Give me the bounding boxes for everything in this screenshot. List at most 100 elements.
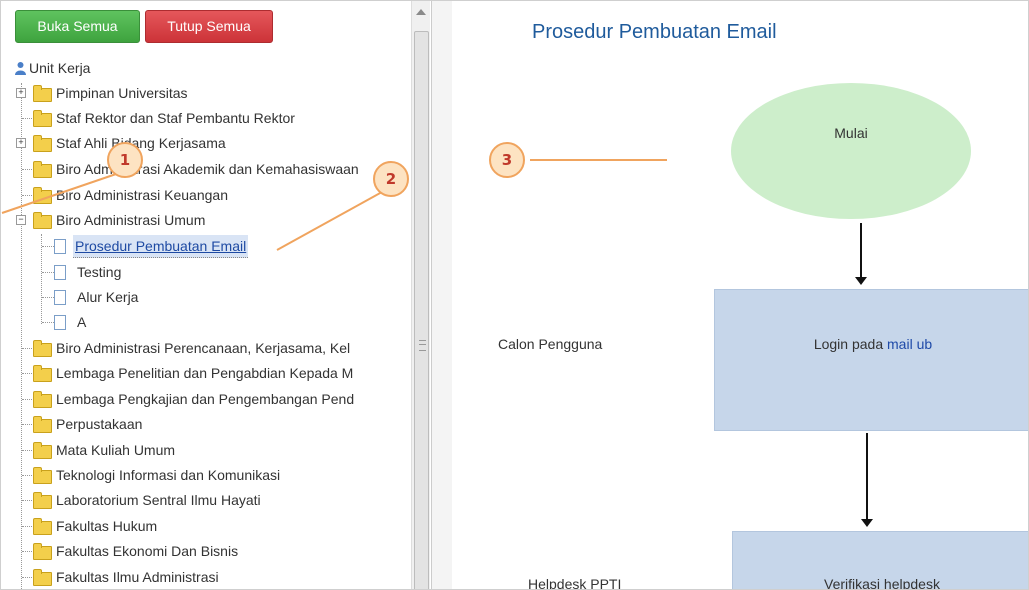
tree-item[interactable]: Biro Administrasi Keuangan	[1, 184, 411, 206]
collapse-all-button[interactable]: Tutup Semua	[145, 10, 273, 43]
scroll-up-arrow-icon[interactable]	[416, 9, 426, 15]
tree-connector	[22, 577, 32, 578]
document-icon	[54, 265, 66, 280]
tree-item-label: Biro Administrasi Akademik dan Kemahasis…	[56, 161, 359, 177]
expand-plus-icon[interactable]: +	[16, 88, 26, 98]
tree-item[interactable]: Fakultas Ekonomi Dan Bisnis	[1, 540, 411, 562]
tree-root-label: Unit Kerja	[29, 60, 91, 76]
folder-icon	[33, 467, 52, 484]
app-frame: Buka Semua Tutup Semua Unit Kerja + Pimp…	[0, 0, 1029, 590]
process-box-label: Verifikasi helpdesk	[824, 576, 940, 590]
lane-label: Helpdesk PPTI	[528, 576, 622, 590]
tree-item-label: Mata Kuliah Umum	[56, 442, 176, 458]
tree-item-label: Fakultas Hukum	[56, 518, 158, 534]
tree-item-label: Laboratorium Sentral Ilmu Hayati	[56, 492, 261, 508]
tree-item-label: Fakultas Ilmu Administrasi	[56, 569, 219, 585]
flow-arrow-line	[860, 223, 862, 279]
expand-all-button[interactable]: Buka Semua	[15, 10, 140, 43]
folder-icon	[33, 187, 52, 204]
tree-connector	[22, 118, 32, 119]
folder-icon	[33, 110, 52, 127]
tree-item[interactable]: Biro Administrasi Akademik dan Kemahasis…	[1, 158, 411, 180]
tree-leaf[interactable]: Testing	[1, 261, 411, 283]
tree-connector	[42, 322, 54, 323]
mail-ub-link[interactable]: mail ub	[887, 336, 932, 352]
tree-leaf-label-selected[interactable]: Prosedur Pembuatan Email	[73, 235, 249, 258]
tree-item[interactable]: Staf Rektor dan Staf Pembantu Rektor	[1, 107, 411, 129]
folder-icon	[33, 416, 52, 433]
tree-leaf-label: Testing	[77, 264, 122, 280]
folder-icon	[33, 161, 52, 178]
scrollbar-thumb[interactable]	[414, 31, 429, 589]
user-icon	[15, 62, 26, 75]
tree-connector	[22, 475, 32, 476]
folder-icon	[33, 543, 52, 560]
folder-icon	[33, 442, 52, 459]
tree-connector	[22, 424, 32, 425]
tree-item-label: Biro Administrasi Perencanaan, Kerjasama…	[56, 340, 351, 356]
tree-panel: Buka Semua Tutup Semua Unit Kerja + Pimp…	[1, 1, 431, 589]
start-node	[731, 83, 971, 219]
collapse-minus-icon[interactable]: −	[16, 215, 26, 225]
tree-connector	[42, 246, 54, 247]
expand-plus-icon[interactable]: +	[16, 138, 26, 148]
folder-icon	[33, 365, 52, 382]
tree-leaf-label: Alur Kerja	[77, 289, 139, 305]
tree-item-label: Pimpinan Universitas	[56, 85, 188, 101]
callout-3: 3	[489, 142, 525, 178]
panel-divider[interactable]	[431, 1, 453, 589]
tree-item-label: Lembaga Pengkajian dan Pengembangan Pend	[56, 391, 355, 407]
tree-root[interactable]: Unit Kerja	[1, 57, 411, 79]
tree-leaf[interactable]: Prosedur Pembuatan Email	[1, 235, 411, 258]
tree-scrollbar[interactable]	[411, 1, 430, 589]
folder-icon	[33, 391, 52, 408]
grip-icon	[419, 340, 426, 351]
tree-item-label: Lembaga Penelitian dan Pengabdian Kepada…	[56, 365, 354, 381]
tree-connector	[22, 399, 32, 400]
folder-icon	[33, 518, 52, 535]
folder-icon	[33, 135, 52, 152]
start-node-label: Mulai	[834, 125, 868, 141]
tree-item-label: Fakultas Ekonomi Dan Bisnis	[56, 543, 239, 559]
tree-item[interactable]: + Pimpinan Universitas	[1, 82, 411, 104]
tree-item[interactable]: Lembaga Penelitian dan Pengabdian Kepada…	[1, 362, 411, 384]
tree-connector	[22, 450, 32, 451]
tree-connector	[42, 297, 54, 298]
tree-item[interactable]: Lembaga Pengkajian dan Pengembangan Pend	[1, 388, 411, 410]
tree-item[interactable]: Teknologi Informasi dan Komunikasi	[1, 464, 411, 486]
tree-leaf[interactable]: Alur Kerja	[1, 286, 411, 308]
tree-item-label: Perpustakaan	[56, 416, 143, 432]
folder-open-icon	[33, 212, 52, 229]
content-panel: Prosedur Pembuatan Email Mulai Calon Pen…	[452, 1, 1028, 590]
page-title: Prosedur Pembuatan Email	[532, 21, 777, 43]
process-box-label: Login pada mail ub	[714, 336, 1028, 352]
arrow-down-icon	[861, 519, 873, 527]
tree-connector	[22, 526, 32, 527]
tree-item[interactable]: Perpustakaan	[1, 413, 411, 435]
tree-connector	[22, 373, 32, 374]
tree-item[interactable]: Laboratorium Sentral Ilmu Hayati	[1, 489, 411, 511]
process-box	[714, 289, 1028, 431]
folder-icon	[33, 340, 52, 357]
tree-item[interactable]: + Staf Ahli Bidang Kerjasama	[1, 132, 411, 154]
tree-item-label: Biro Administrasi Keuangan	[56, 187, 228, 203]
folder-icon	[33, 492, 52, 509]
tree-item[interactable]: Fakultas Hukum	[1, 515, 411, 537]
tree-connector	[22, 500, 32, 501]
document-icon	[54, 239, 66, 254]
tree-item-label: Teknologi Informasi dan Komunikasi	[56, 467, 281, 483]
tree-item[interactable]: Fakultas Ilmu Administrasi	[1, 566, 411, 588]
tree-item[interactable]: Mata Kuliah Umum	[1, 439, 411, 461]
tree-connector	[42, 272, 54, 273]
process-text: Login pada	[813, 336, 888, 352]
tree-item[interactable]: − Biro Administrasi Umum	[1, 209, 411, 231]
tree-connector	[22, 551, 32, 552]
tree-connector	[22, 169, 32, 170]
document-icon	[54, 315, 66, 330]
lane-label: Calon Pengguna	[498, 336, 603, 352]
flow-arrow-line	[866, 433, 868, 521]
tree-item[interactable]: Biro Administrasi Perencanaan, Kerjasama…	[1, 337, 411, 359]
tree-leaf[interactable]: A	[1, 311, 411, 333]
tree-item-label: Staf Rektor dan Staf Pembantu Rektor	[56, 110, 295, 126]
tree-connector	[22, 195, 32, 196]
